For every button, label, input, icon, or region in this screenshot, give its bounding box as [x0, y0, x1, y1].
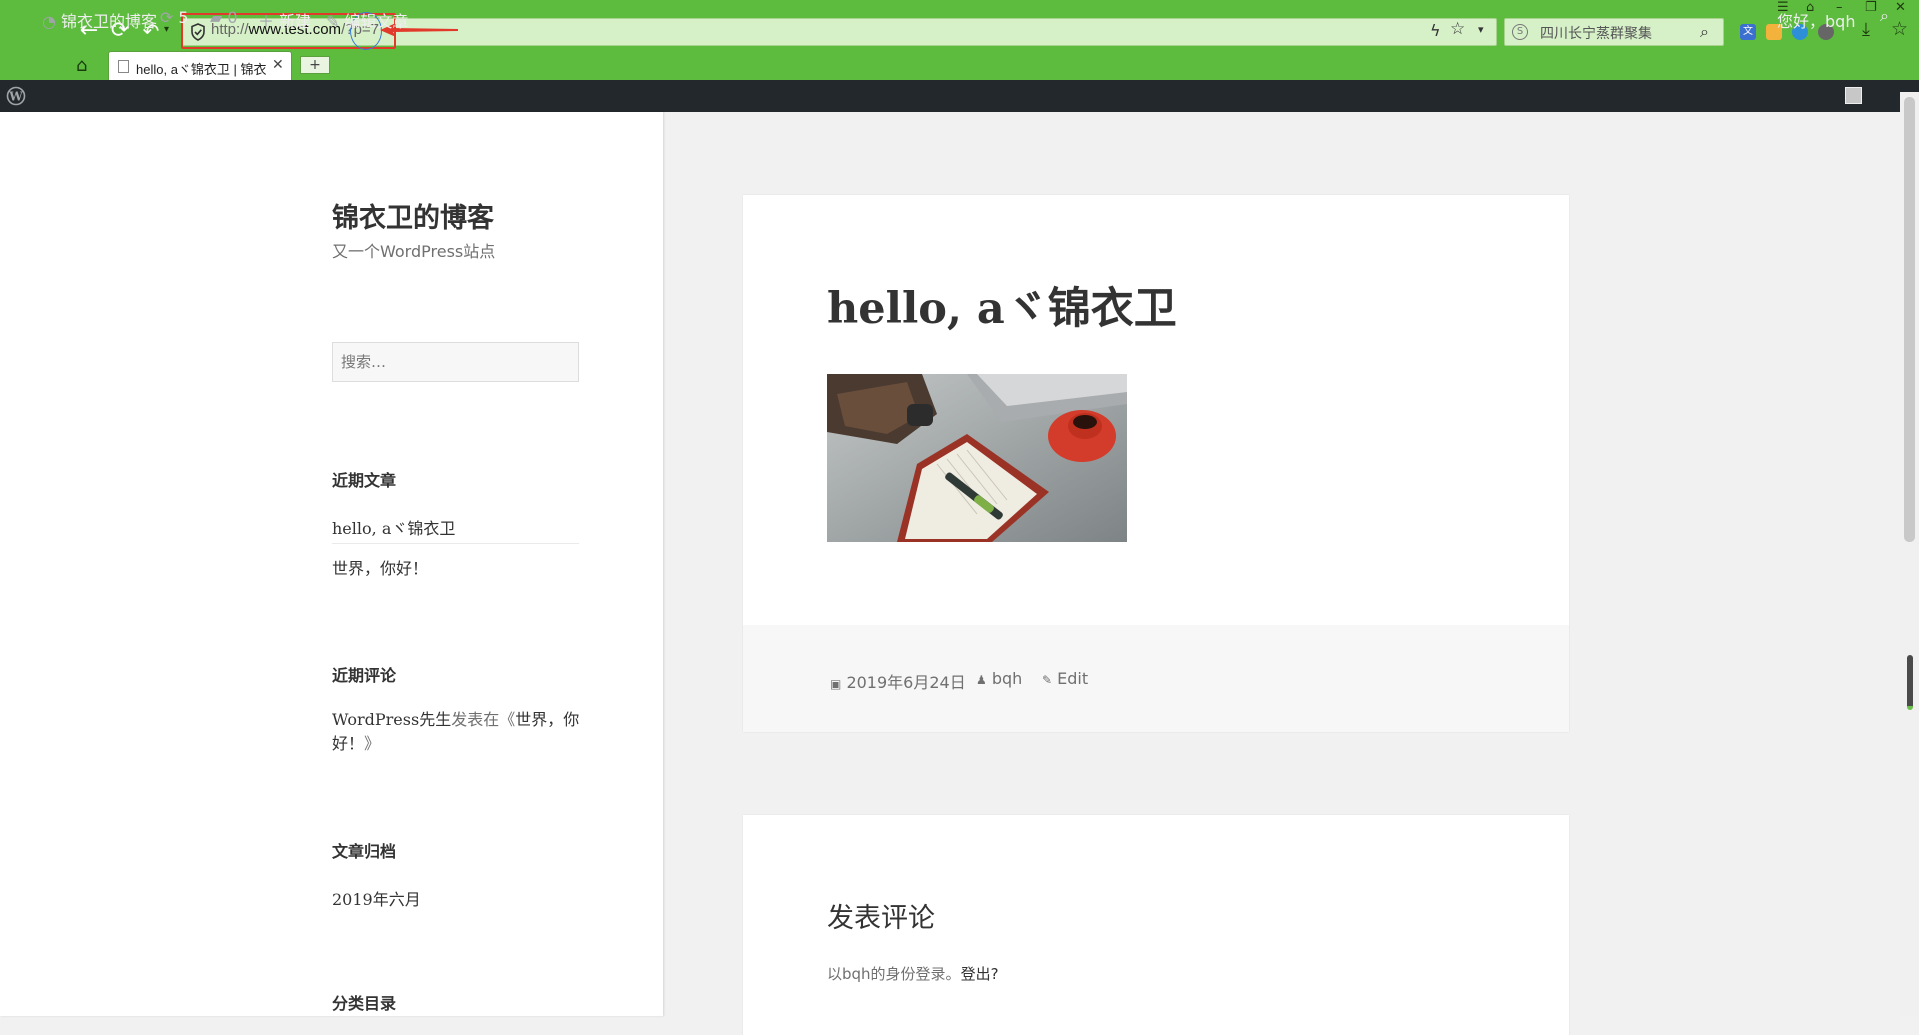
comment-bubble-icon: ▰	[210, 8, 223, 27]
svg-text:W: W	[8, 90, 23, 104]
new-tab-button[interactable]: +	[300, 56, 330, 74]
updates-icon: ⟳	[160, 8, 174, 27]
logout-link[interactable]: 登出?	[961, 965, 999, 983]
scroll-indicator	[1907, 655, 1913, 710]
adminbar-greeting[interactable]: 您好，bqh	[1777, 8, 1855, 32]
site-description: 又一个WordPress站点	[332, 242, 496, 261]
recent-comment-item: WordPress先生发表在《世界，你好！》	[332, 710, 580, 753]
pencil-icon: ✎	[326, 12, 340, 31]
adminbar-site-link[interactable]: ◔ 锦衣卫的博客	[42, 8, 157, 32]
scrollbar-thumb[interactable]	[1904, 97, 1915, 542]
site-title[interactable]: 锦衣卫的博客	[332, 196, 494, 235]
divider	[332, 543, 579, 544]
wordpress-logo-icon[interactable]: W	[6, 86, 26, 106]
search-engine-icon[interactable]: S	[1512, 24, 1528, 40]
archive-link[interactable]: 2019年六月	[332, 886, 421, 910]
restore-icon[interactable]: ❐	[1865, 0, 1877, 15]
home-icon[interactable]: ⌂	[76, 55, 87, 76]
archives-title: 文章归档	[332, 842, 397, 861]
recent-posts-title: 近期文章	[332, 471, 397, 490]
adminbar-updates[interactable]: ⟳ 5	[160, 8, 189, 27]
person-icon: ♟	[976, 673, 987, 687]
close-window-icon[interactable]: ✕	[1895, 0, 1906, 15]
recent-comments-title: 近期评论	[332, 666, 397, 685]
comment-author-link[interactable]: WordPress先生	[332, 710, 451, 729]
search-input[interactable]	[332, 342, 579, 382]
post-featured-image	[827, 374, 1127, 542]
tab-title[interactable]: hello, aヾ锦衣卫 | 锦衣卫的博客	[136, 59, 266, 78]
page-icon	[118, 60, 129, 73]
post-edit-link[interactable]: ✎ Edit	[1042, 669, 1088, 688]
calendar-icon: ▣	[830, 677, 842, 691]
translate-extension-icon[interactable]: 文	[1740, 24, 1756, 40]
post-title: hello, aヾ锦衣卫	[827, 284, 1177, 334]
adminbar-new[interactable]: ＋新建	[258, 8, 311, 32]
lightning-icon[interactable]: ϟ	[1430, 21, 1441, 40]
post-date[interactable]: ▣ 2019年6月24日	[830, 669, 966, 693]
shield-icon	[191, 23, 205, 41]
wp-admin-bar	[0, 80, 1919, 112]
plus-icon: ＋	[258, 12, 275, 31]
logged-in-as: 以bqh的身份登录。登出?	[827, 965, 999, 983]
favorites-star-icon[interactable]: ☆	[1891, 18, 1908, 40]
recent-post-link[interactable]: hello, aヾ锦衣卫	[332, 515, 455, 539]
star-icon[interactable]: ☆	[1450, 19, 1465, 39]
tab-close-icon[interactable]: ✕	[272, 57, 284, 73]
recent-post-link[interactable]: 世界，你好！	[332, 555, 428, 579]
adminbar-comments[interactable]: ▰ 0	[210, 8, 238, 27]
reply-title: 发表评论	[827, 903, 935, 934]
categories-title: 分类目录	[332, 994, 397, 1013]
post-author[interactable]: ♟ bqh	[976, 669, 1022, 688]
dashboard-icon: ◔	[42, 12, 56, 31]
chevron-down-icon[interactable]: ▾	[1478, 23, 1484, 36]
adminbar-search-icon[interactable]: ⌕	[1880, 6, 1889, 26]
pencil-icon: ✎	[1042, 673, 1053, 687]
download-icon[interactable]: ⤓	[1862, 19, 1870, 40]
search-suggestion-text[interactable]: 四川长宁蒸群聚集	[1540, 23, 1652, 43]
search-icon[interactable]: ⌕	[1700, 22, 1709, 42]
adminbar-avatar-icon[interactable]	[1845, 87, 1862, 104]
adminbar-edit-post[interactable]: ✎ 编辑文章	[326, 8, 408, 32]
